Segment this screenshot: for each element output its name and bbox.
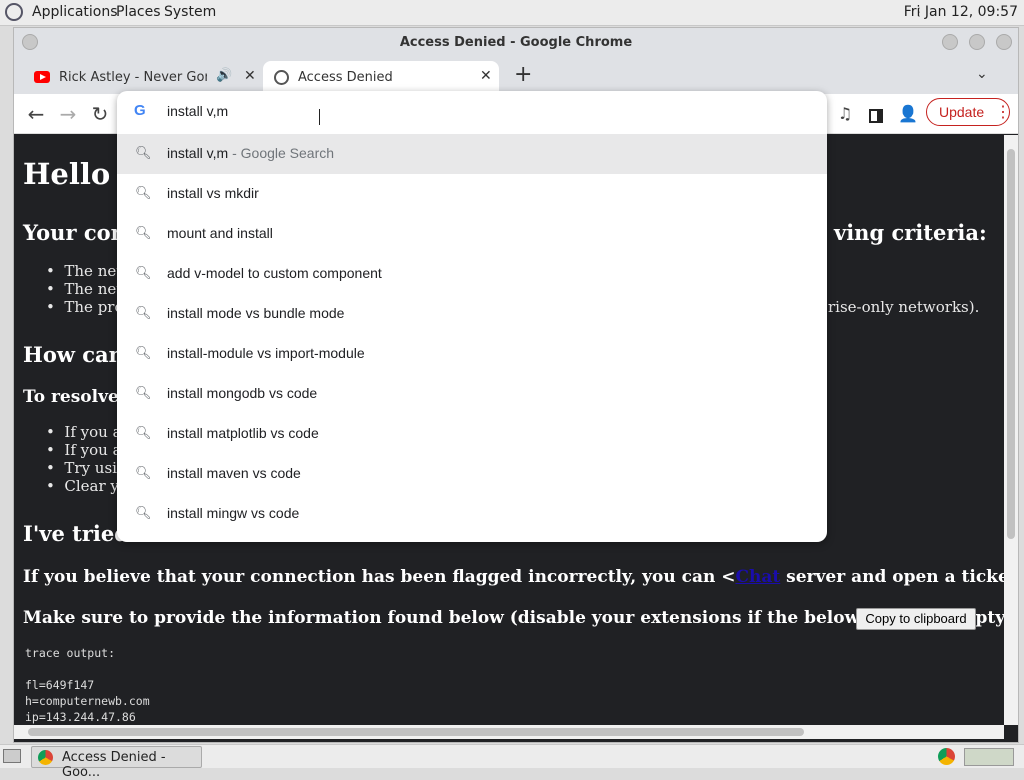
address-bar[interactable]: G install v,m <box>117 91 827 133</box>
search-icon: 🔍︎ <box>135 465 152 480</box>
tab-label: Rick Astley - Never Gonna <box>59 70 207 85</box>
connection-heading-tail: ving criteria: <box>834 220 987 245</box>
search-icon: 🔍︎ <box>135 425 152 440</box>
tab-access-denied[interactable]: Access Denied ✕ <box>263 61 499 94</box>
suggestion-item[interactable]: 🔍︎ install mingw vs code <box>117 494 827 534</box>
search-icon: 🔍︎ <box>135 505 152 520</box>
horizontal-scroll-thumb[interactable] <box>28 728 804 736</box>
search-icon: 🔍︎ <box>135 145 152 160</box>
horizontal-scrollbar[interactable] <box>14 725 1004 739</box>
copy-to-clipboard-button[interactable]: Copy to clipboard <box>856 608 976 630</box>
suggestion-text: install mongodb vs code <box>167 385 318 401</box>
new-tab-button[interactable]: + <box>514 62 532 87</box>
system-menu[interactable]: System <box>164 4 216 20</box>
suggestion-item[interactable]: 🔍︎ install-module vs import-module <box>117 334 827 374</box>
tab-label: Access Denied <box>298 70 393 85</box>
update-button[interactable]: Update ⋮ <box>926 98 1011 126</box>
tab-close-icon[interactable]: ✕ <box>244 68 256 84</box>
suggestion-item[interactable]: 🔍︎ install mongodb vs code <box>117 374 827 414</box>
omnibox-dropdown: G install v,m 🔍︎ install v,m - Google Se… <box>117 91 827 542</box>
top-panel: Applications Places System ⋮ Fri Jan 12,… <box>0 0 1024 26</box>
search-icon: 🔍︎ <box>135 385 152 400</box>
suggestion-text: install matplotlib vs code <box>167 425 319 441</box>
forward-icon[interactable]: → <box>56 102 80 126</box>
trace-line: ip=143.244.47.86 <box>25 710 136 724</box>
list-item: • Clear yo <box>46 477 128 495</box>
applications-menu[interactable]: Applications <box>32 4 118 20</box>
suggestion-item[interactable]: 🔍︎ mount and install <box>117 214 827 254</box>
vertical-scroll-thumb[interactable] <box>1007 149 1015 539</box>
taskbar-item-chrome[interactable]: Access Denied - Goo... <box>31 746 202 780</box>
chrome-tray-icon[interactable] <box>938 748 955 765</box>
trace-line: fl=649f147 <box>25 678 95 692</box>
speaker-icon[interactable]: 🔊 <box>216 68 232 83</box>
tried-heading: I've tried <box>23 521 129 546</box>
suggestion-item[interactable]: 🔍︎ add v-model to custom component <box>117 254 827 294</box>
side-panel-icon[interactable] <box>864 102 888 126</box>
update-label: Update <box>939 104 985 120</box>
address-input[interactable]: install v,m <box>167 103 228 119</box>
tab-close-icon[interactable]: ✕ <box>480 68 492 84</box>
trace-line: h=computernewb.com <box>25 694 150 708</box>
suggestion-text: install-module vs import-module <box>167 345 365 361</box>
tab-youtube[interactable]: Rick Astley - Never Gonna 🔊 ✕ <box>22 61 262 94</box>
minimize-icon[interactable] <box>942 34 958 50</box>
maximize-icon[interactable] <box>969 34 985 50</box>
suggestion-text: install mingw vs code <box>167 505 300 521</box>
back-icon[interactable]: ← <box>24 102 48 126</box>
search-icon: 🔍︎ <box>135 225 152 240</box>
clock[interactable]: Fri Jan 12, 09:57 <box>904 4 1018 20</box>
search-icon: 🔍︎ <box>135 305 152 320</box>
suggestion-item[interactable]: 🔍︎ install vs mkdir <box>117 174 827 214</box>
more-menu-icon: ⋮ <box>995 104 1011 121</box>
suggestion-text: install v,m - Google Search <box>167 145 335 161</box>
chrome-icon <box>38 750 53 765</box>
list-item-tail: rise-only networks). <box>828 298 980 316</box>
places-menu[interactable]: Places <box>116 4 161 20</box>
gnome-logo-icon[interactable] <box>5 3 23 21</box>
suggestion-text: add v-model to custom component <box>167 265 382 281</box>
profile-icon[interactable]: 👤 <box>896 102 920 126</box>
tab-strip: Rick Astley - Never Gonna 🔊 ✕ Access Den… <box>14 58 1018 94</box>
flagged-paragraph: If you believe that your connection has … <box>23 567 1004 587</box>
workspace-switcher[interactable] <box>964 748 1014 766</box>
list-item: • Try usin <box>46 459 127 477</box>
media-control-icon[interactable]: ♫ <box>833 102 857 126</box>
suggestion-text: install maven vs code <box>167 465 301 481</box>
suggestion-item[interactable]: 🔍︎ install v,m - Google Search <box>117 134 827 174</box>
tab-search-chevron-icon[interactable]: ⌄ <box>976 66 988 82</box>
suggestion-text: mount and install <box>167 225 273 241</box>
extension-favicon-icon <box>274 70 289 85</box>
search-icon: 🔍︎ <box>135 345 152 360</box>
trace-line: trace output: <box>25 646 116 660</box>
window-title: Access Denied - Google Chrome <box>399 35 633 50</box>
reload-icon[interactable]: ↻ <box>88 102 112 126</box>
chat-link[interactable]: Chat <box>735 567 780 587</box>
title-bar[interactable]: Access Denied - Google Chrome <box>14 28 1018 58</box>
how-heading: How can <box>23 342 124 367</box>
suggestion-item[interactable]: 🔍︎ install matplotlib vs code <box>117 414 827 454</box>
search-icon: 🔍︎ <box>135 265 152 280</box>
play-triangle-icon <box>40 74 46 80</box>
suggestion-item[interactable]: 🔍︎ install maven vs code <box>117 454 827 494</box>
search-icon: 🔍︎ <box>135 185 152 200</box>
suggestion-text: install vs mkdir <box>167 185 259 201</box>
bottom-taskbar: Access Denied - Goo... <box>0 744 1024 780</box>
show-desktop-icon[interactable] <box>3 749 21 763</box>
text-cursor-icon <box>319 109 320 125</box>
suggestion-item[interactable]: 🔍︎ install mode vs bundle mode <box>117 294 827 334</box>
connection-heading: Your con <box>23 220 126 245</box>
taskbar-item-label: Access Denied - Goo... <box>62 750 166 780</box>
suggestion-text: install mode vs bundle mode <box>167 305 345 321</box>
vertical-scrollbar[interactable] <box>1004 135 1018 725</box>
close-window-icon[interactable] <box>996 34 1012 50</box>
google-g-icon: G <box>134 102 146 119</box>
